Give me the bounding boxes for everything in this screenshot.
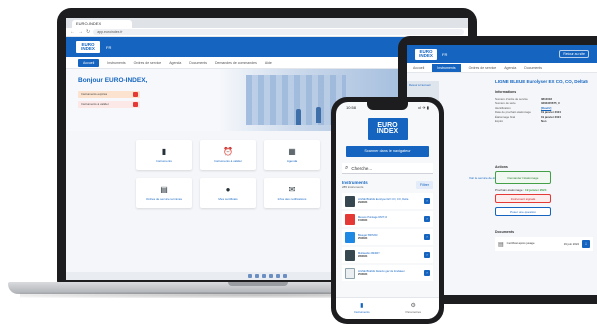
chevron-right-icon[interactable]: › — [424, 270, 430, 276]
search-field[interactable]: ⌕ Cherche... — [342, 163, 433, 174]
euro-index-logo: EURO INDEX — [367, 118, 408, 140]
device-icon: ▮ — [161, 146, 167, 156]
envelope-icon: ✉ — [288, 184, 296, 194]
status-icons: ııl ✈ ▮ — [418, 104, 429, 110]
nav-service-orders[interactable]: Ordres de service — [134, 61, 162, 65]
browser-tab-strip: EURO-INDEX — [66, 18, 468, 28]
instrument-thumbnail — [345, 249, 355, 261]
nav-home[interactable]: Accueil — [78, 58, 100, 67]
nav-agenda[interactable]: Agenda — [504, 66, 516, 70]
tab-settings[interactable]: ⚙ Paramètres — [388, 298, 440, 319]
alert-expired-instruments[interactable]: Instruments expirés — [78, 91, 140, 98]
card-agenda[interactable]: ▦ Agenda — [264, 140, 320, 170]
nav-orders[interactable]: Demandes de commandes — [215, 61, 257, 65]
nav-home[interactable]: Accueil — [413, 66, 424, 70]
instrument-reported-button[interactable]: Instrument signalé — [495, 194, 551, 203]
euro-index-logo[interactable]: EURO INDEX — [76, 41, 100, 53]
card-notifications[interactable]: ✉ Infos des notifications — [264, 178, 320, 208]
instrument-list: LIGNE BLEUE Eurolyser EX CO, CO, Delta 29… — [342, 193, 433, 281]
status-time: 10:58 — [346, 104, 357, 110]
instrument-thumbnail — [345, 267, 355, 279]
taskbar-app-icon[interactable] — [282, 274, 287, 278]
taskbar-app-icon[interactable] — [261, 274, 266, 278]
list-item[interactable]: Mesure Pointage DMT Cl 15/2024 › — [342, 211, 433, 227]
taskbar-app-icon[interactable] — [247, 274, 252, 278]
nav-instruments[interactable]: Instruments — [107, 61, 125, 65]
card-instruments[interactable]: ▮ Instruments — [136, 140, 192, 170]
instrument-thumbnail — [345, 231, 355, 243]
actions-heading: Actions — [495, 165, 508, 169]
back-arrow-icon[interactable]: ← — [70, 28, 75, 37]
nav-instruments[interactable]: Instruments — [432, 63, 461, 72]
bottom-tab-bar: ▮ Instruments ⚙ Paramètres — [336, 297, 439, 319]
calendar-icon: ▦ — [288, 146, 296, 156]
search-placeholder: Cherche... — [351, 165, 373, 171]
gear-icon: ⚙ — [410, 303, 416, 309]
taskbar-app-icon[interactable] — [268, 274, 273, 278]
alert-count-badge — [133, 92, 138, 97]
phone-screen: 10:58 ııl ✈ ▮ EURO INDEX Scanner dans le… — [336, 102, 439, 319]
search-icon: ⌕ — [345, 164, 349, 171]
device-mockup-stage: EURO-INDEX ← → ↻ app.euroindex.fr EURO I… — [0, 0, 597, 324]
instrument-title: LIGNE BLEUE Eurolyser EX CO, CO, Delta5 — [495, 79, 588, 84]
tab-instruments[interactable]: ▮ Instruments — [336, 298, 388, 319]
list-item[interactable]: Bluegaz BR7203 25/2024 › — [342, 229, 433, 245]
card-finished-orders[interactable]: ▤ Ordres de service terminés — [136, 178, 192, 208]
list-item[interactable]: LIGNE BLEUE Detecto gaz de fondateur 25/2… — [342, 265, 433, 281]
device-icon: ▮ — [360, 303, 364, 309]
phone-notch — [367, 102, 408, 110]
welcome-title: Bonjour EURO-INDEX, — [78, 77, 148, 84]
document-row[interactable]: ▤ Certificat après jusage 19 juin 2024 ↓ — [495, 237, 593, 251]
instrument-list-header: Instruments 285 instruments Filtrer — [342, 180, 433, 189]
taskbar-app-icon[interactable] — [275, 274, 280, 278]
banner-person — [316, 107, 321, 123]
list-item[interactable]: Multiaudio 2M/4RY 28/2024 › — [342, 247, 433, 263]
list-count: 285 instruments — [342, 185, 364, 189]
info-table: Numéro d'ordre de service 0812018 Numéro … — [495, 97, 590, 123]
nav-documents[interactable]: Documents — [524, 66, 542, 70]
alert-instruments-to-validate[interactable]: Instruments à valider — [78, 101, 140, 108]
address-bar[interactable]: app.euroindex.fr — [93, 29, 464, 35]
info-row: Expiré Non — [495, 119, 547, 124]
nav-agenda[interactable]: Agenda — [169, 61, 181, 65]
alert-count-badge — [133, 102, 138, 107]
request-calibration-button[interactable]: Demander l'étalonnage — [495, 171, 551, 184]
nav-documents[interactable]: Documents — [189, 61, 207, 65]
instrument-thumbnail — [345, 213, 355, 225]
next-calibration: Prochain étalonnage : 19 janvier 2024 — [495, 188, 547, 192]
chevron-right-icon[interactable]: › — [424, 234, 430, 240]
banner-person — [296, 109, 301, 125]
download-icon[interactable]: ↓ — [582, 240, 590, 248]
taskbar-app-icon[interactable] — [254, 274, 259, 278]
document-icon: ▤ — [498, 241, 504, 248]
reload-icon[interactable]: ↻ — [86, 28, 90, 37]
list-item[interactable]: LIGNE BLEUE Eurolyser EX CO, CO, Delta 29… — [342, 193, 433, 209]
instrument-thumbnail — [345, 195, 355, 207]
info-heading: Informations — [495, 90, 517, 94]
card-instruments-to-validate[interactable]: ⏰ Instruments à valider — [200, 140, 256, 170]
nav-help[interactable]: Aide — [265, 61, 272, 65]
back-to-site-button[interactable]: Retour au site — [559, 50, 589, 58]
ask-question-button[interactable]: Poser une question — [495, 207, 551, 216]
language-selector[interactable]: FR — [106, 45, 111, 50]
filter-button[interactable]: Filtrer — [416, 180, 433, 189]
euro-index-logo[interactable]: EURO INDEX — [415, 48, 437, 60]
forward-arrow-icon[interactable]: → — [78, 28, 83, 37]
tablet-nav: Accueil Instruments Ordres de service Ag… — [407, 63, 597, 73]
card-certificates[interactable]: ● Mes certificats — [200, 178, 256, 208]
clipboard-icon: ▤ — [160, 184, 168, 194]
nav-service-orders[interactable]: Ordres de service — [469, 66, 497, 70]
chevron-right-icon[interactable]: › — [424, 216, 430, 222]
language-selector[interactable]: FR — [442, 52, 447, 57]
alarm-clock-icon: ⏰ — [223, 146, 233, 156]
chevron-right-icon[interactable]: › — [424, 198, 430, 204]
documents-heading: Documents — [495, 230, 515, 234]
chevron-right-icon[interactable]: › — [424, 252, 430, 258]
back-link[interactable]: Retour à l'accueil — [409, 83, 430, 87]
tablet-header: EURO INDEX FR Retour au site — [407, 45, 597, 63]
scan-button[interactable]: Scanner dans le navigateur — [346, 146, 429, 157]
user-icon: ● — [225, 184, 231, 194]
